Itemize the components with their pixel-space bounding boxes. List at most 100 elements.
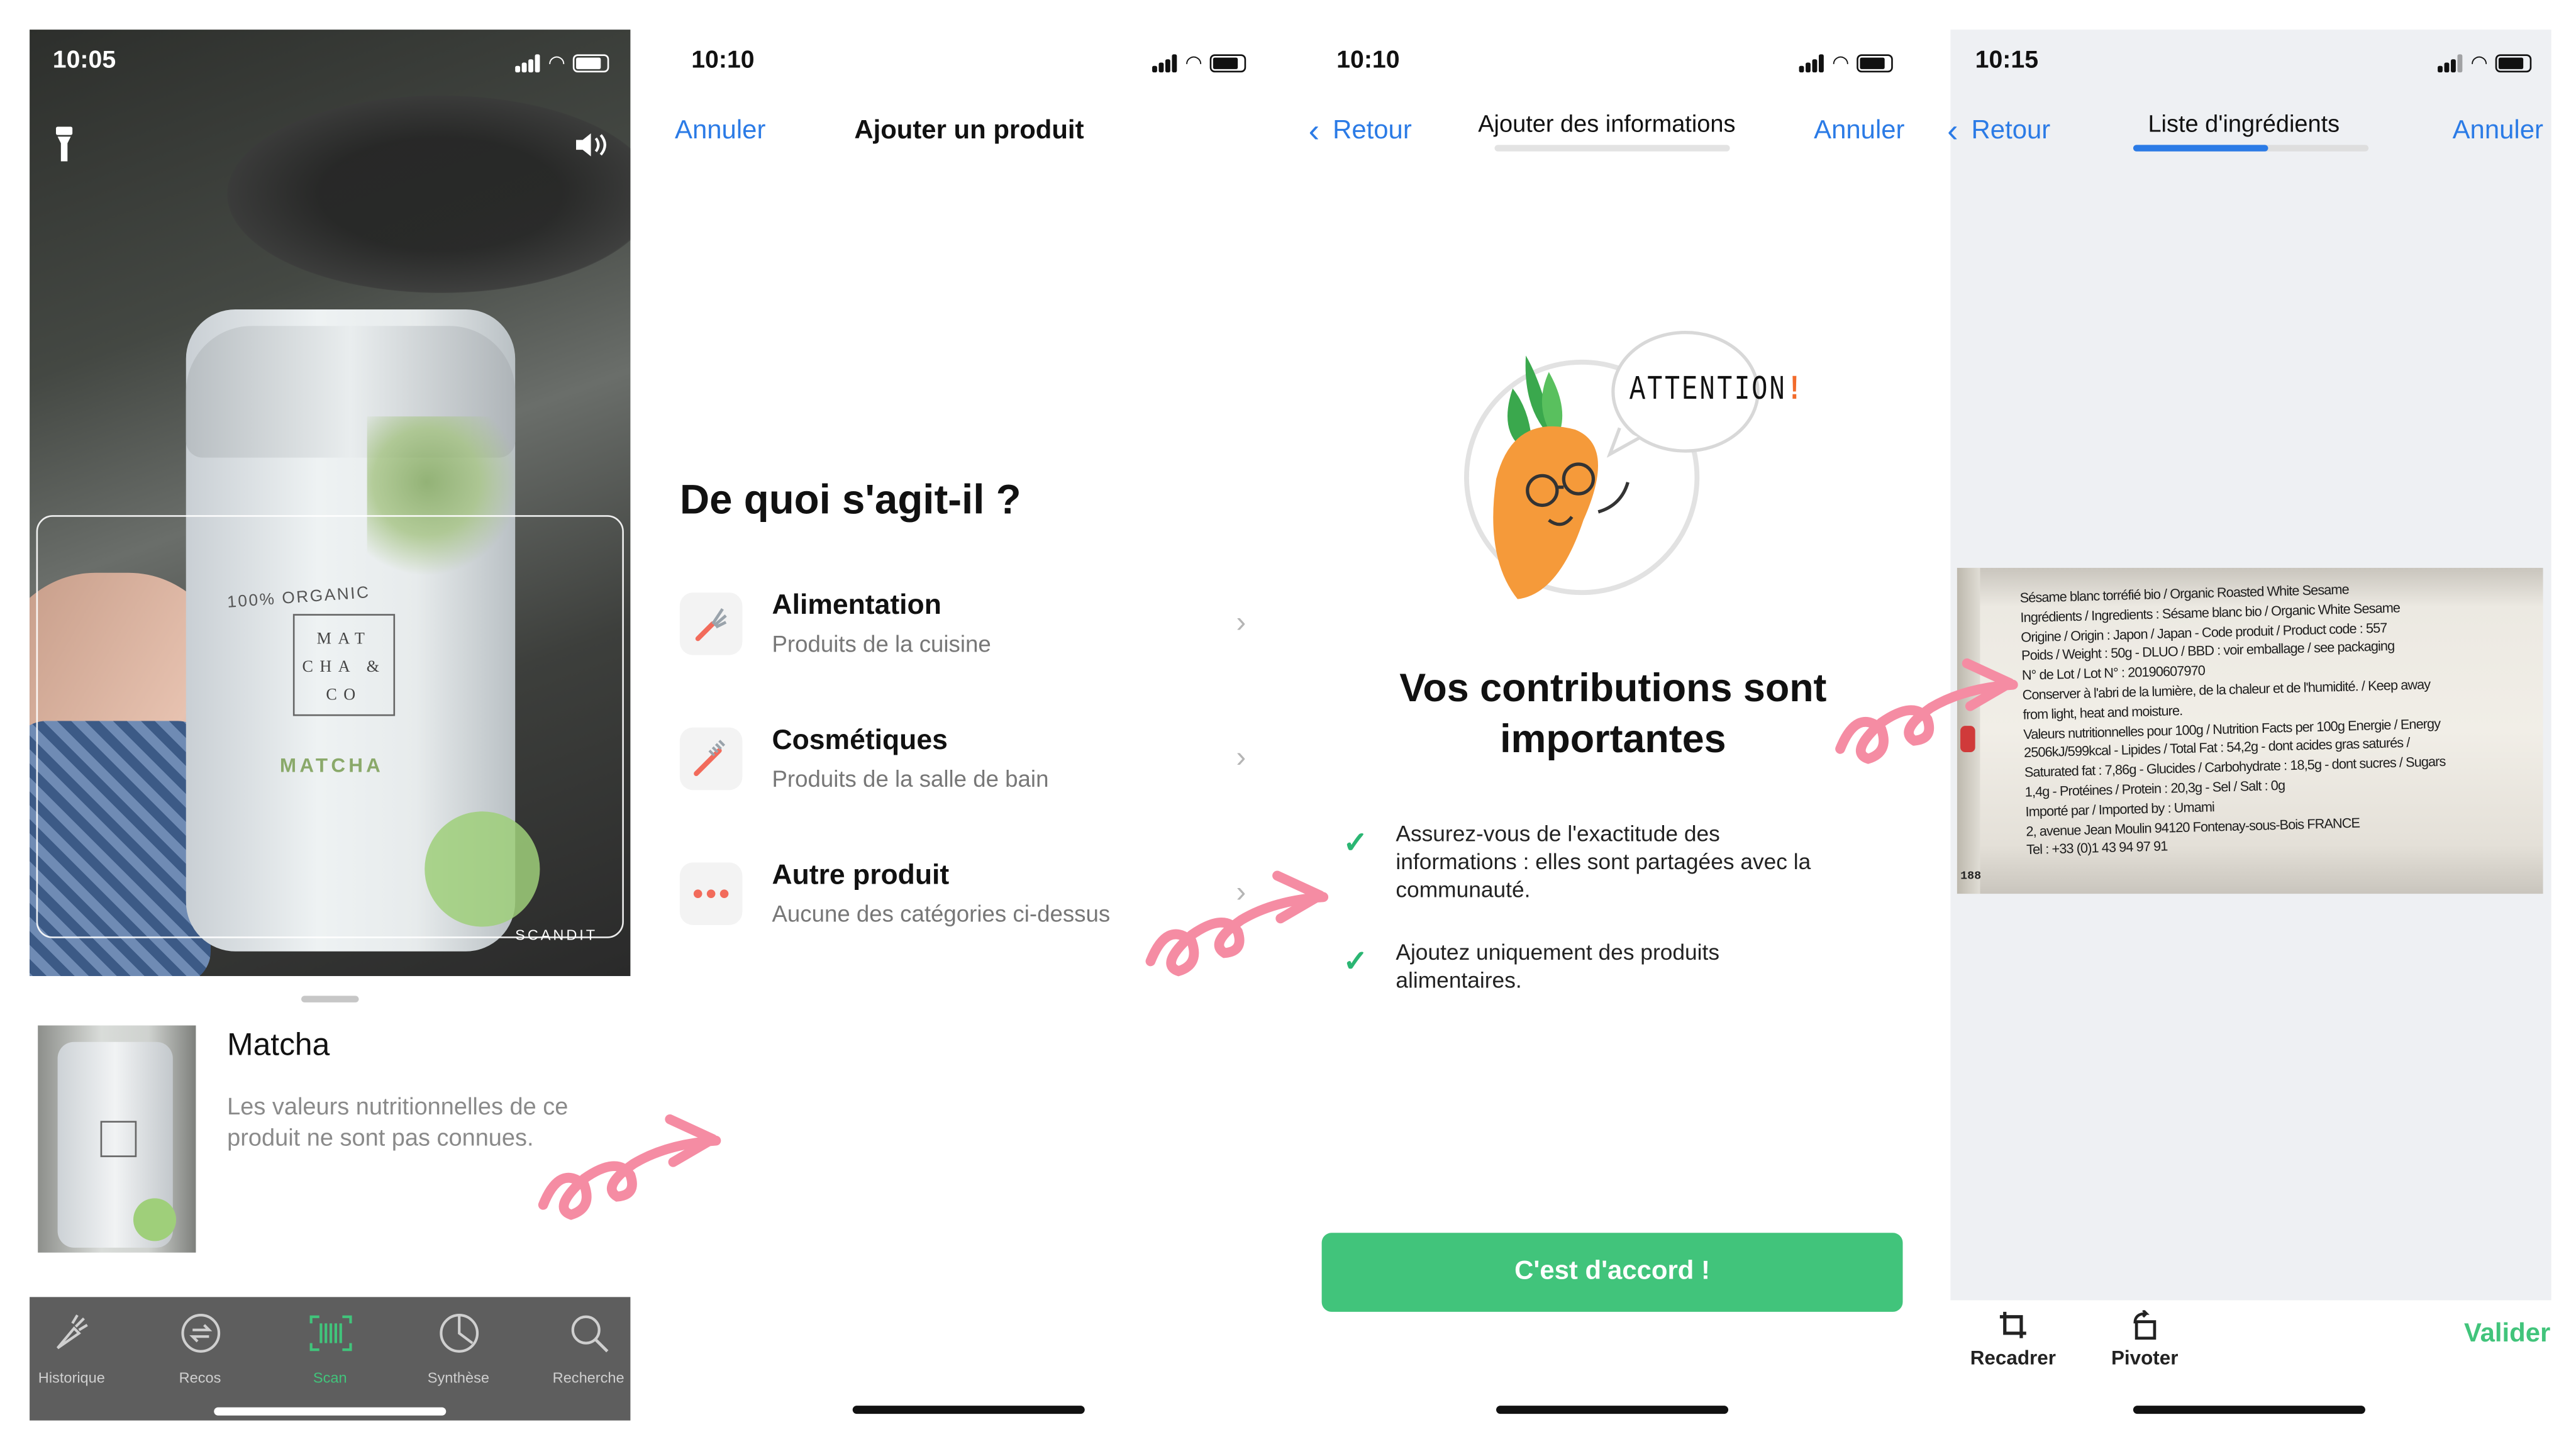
screen-ingredients: 10:15 ◠ ‹ Retour Liste d'ingrédients Ann… — [1947, 30, 2551, 1421]
signal-icon — [1799, 53, 1824, 72]
fork-icon — [679, 592, 743, 655]
tab-bar: Historique Recos Scan Synthèse Recherche — [30, 1297, 631, 1421]
tab-synthese[interactable]: Synthèse — [398, 1297, 518, 1386]
scan-frame — [36, 515, 624, 938]
tab-label: Scan — [313, 1369, 347, 1386]
flow-arrow-3 — [1835, 658, 2018, 764]
camera-view: 100% ORGANIC MAT CHA & CO MATCHA SCANDIT… — [30, 30, 631, 976]
canvas: 100% ORGANIC MAT CHA & CO MATCHA SCANDIT… — [0, 0, 2576, 1449]
crop-icon — [1963, 1310, 2062, 1346]
category-subtitle: Aucune des catégories ci-dessus — [772, 900, 1111, 927]
check-icon: ✓ — [1343, 945, 1368, 978]
product-thumbnail[interactable] — [38, 1025, 196, 1253]
chevron-right-icon: › — [1236, 740, 1246, 774]
chevron-right-icon: › — [1236, 606, 1246, 639]
nav-title: Ajouter des informations — [1478, 111, 1736, 138]
status-time: 10:15 — [1975, 46, 2039, 74]
home-indicator — [1496, 1406, 1729, 1414]
wifi-icon: ◠ — [2470, 51, 2488, 74]
progress-track — [1494, 145, 1730, 152]
category-alimentation[interactable]: Alimentation Produits de la cuisine › — [679, 589, 1264, 688]
signal-icon — [2438, 53, 2463, 72]
pie-chart-icon — [439, 1314, 478, 1353]
screen-add-product: 10:10 ◠ Annuler Ajouter un produit De qu… — [645, 30, 1291, 1421]
tab-label: Recherche — [552, 1369, 625, 1386]
crop-button[interactable]: Recadrer — [1963, 1310, 2062, 1370]
product-name: Matcha — [227, 1028, 330, 1063]
category-cosmetiques[interactable]: Cosmétiques Produits de la salle de bain… — [679, 724, 1264, 823]
status-time: 10:10 — [1336, 46, 1400, 74]
battery-icon — [2496, 53, 2533, 72]
swap-icon — [180, 1314, 219, 1353]
tab-label: Synthèse — [427, 1369, 490, 1386]
cancel-button[interactable]: Annuler — [675, 117, 765, 147]
nav-title: Liste d'ingrédients — [2148, 111, 2340, 138]
wifi-icon: ◠ — [1831, 51, 1850, 74]
checklist-text: Assurez-vous de l'exactitude des informa… — [1396, 821, 1811, 902]
cancel-button[interactable]: Annuler — [1814, 117, 1904, 147]
tab-label: Recos — [179, 1369, 221, 1386]
category-title: Autre produit — [772, 859, 950, 891]
search-icon — [570, 1315, 608, 1353]
flow-arrow-2 — [1145, 870, 1329, 977]
category-title: Alimentation — [772, 589, 941, 621]
status-time: 10:10 — [691, 46, 755, 74]
home-indicator — [2133, 1406, 2365, 1414]
nav-title: Ajouter un produit — [854, 116, 1084, 145]
category-subtitle: Produits de la salle de bain — [772, 765, 1049, 792]
status-time: 10:05 — [52, 46, 116, 74]
barcode-icon — [309, 1315, 352, 1352]
chevron-left-icon: ‹ — [1308, 113, 1320, 150]
ingredients-text-block: Sésame blanc torréfié bio / Organic Roas… — [2019, 576, 2536, 861]
tab-scan[interactable]: Scan — [270, 1297, 390, 1386]
back-label: Retour — [1333, 116, 1412, 145]
status-icons: ◠ — [1799, 51, 1894, 74]
page-heading: De quoi s'agit-il ? — [679, 477, 1021, 524]
attention-text: ATTENTION — [1629, 370, 1787, 409]
more-dots-icon — [679, 862, 743, 925]
check-icon: ✓ — [1343, 826, 1368, 860]
carrot-icon — [55, 1314, 87, 1350]
rotate-icon — [2096, 1310, 2194, 1346]
scanner-brand: SCANDIT — [515, 926, 598, 943]
home-indicator — [852, 1406, 1085, 1414]
sound-icon[interactable] — [573, 128, 616, 161]
background-cooktop — [227, 95, 631, 293]
signal-icon — [1152, 53, 1177, 72]
battery-icon — [1857, 53, 1894, 72]
category-title: Cosmétiques — [772, 724, 948, 756]
agree-button[interactable]: C'est d'accord ! — [1321, 1233, 1903, 1312]
wifi-icon: ◠ — [548, 51, 565, 74]
chevron-left-icon: ‹ — [1947, 113, 1958, 150]
label-edge-number: 188 — [1960, 870, 1982, 884]
sheet-handle[interactable] — [301, 996, 359, 1002]
cancel-button[interactable]: Annuler — [2453, 117, 2543, 147]
status-icons: ◠ — [515, 51, 610, 74]
tab-label: Historique — [38, 1369, 105, 1386]
ingredients-photo: 188 Sésame blanc torréfié bio / Organic … — [1957, 567, 2543, 894]
wifi-icon: ◠ — [1185, 51, 1202, 74]
crop-label: Recadrer — [1970, 1346, 2056, 1370]
status-icons: ◠ — [2438, 51, 2533, 74]
back-button[interactable]: ‹ Retour — [1308, 113, 1412, 150]
attention-mark: ! — [1786, 370, 1804, 409]
progress-track — [2133, 145, 2369, 152]
flashlight-icon[interactable] — [53, 125, 76, 165]
battery-icon — [574, 53, 610, 72]
validate-button[interactable]: Valider — [2464, 1320, 2550, 1350]
home-indicator — [214, 1407, 447, 1416]
tab-historique[interactable]: Historique — [11, 1297, 131, 1386]
rotate-button[interactable]: Pivoter — [2096, 1310, 2194, 1370]
rotate-label: Pivoter — [2111, 1346, 2179, 1370]
battery-icon — [1210, 53, 1247, 72]
tab-recherche[interactable]: Recherche — [528, 1297, 648, 1386]
thumbnail-bowl — [133, 1198, 177, 1241]
back-label: Retour — [1971, 116, 2051, 145]
progress-fill — [2133, 145, 2268, 152]
tab-recos[interactable]: Recos — [140, 1297, 260, 1386]
signal-icon — [515, 53, 540, 72]
checklist-text: Ajoutez uniquement des produits alimenta… — [1396, 940, 1720, 993]
back-button[interactable]: ‹ Retour — [1947, 113, 2051, 150]
flow-arrow-1 — [538, 1114, 721, 1220]
status-icons: ◠ — [1152, 51, 1247, 74]
